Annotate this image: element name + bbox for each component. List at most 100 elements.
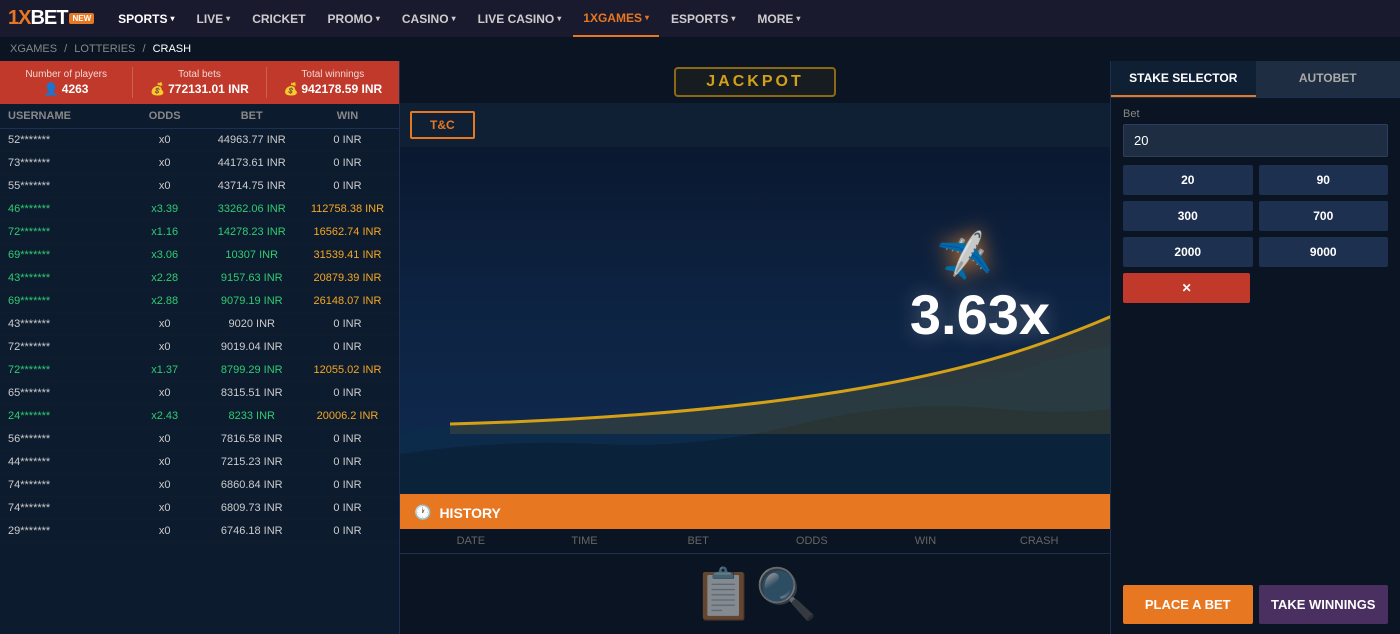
td-win: 0 INR	[304, 134, 391, 146]
quick-btn-2000[interactable]: 2000	[1123, 237, 1253, 267]
history-icon: 🕐	[414, 504, 431, 521]
place-bet-button[interactable]: PLACE A BET	[1123, 585, 1253, 624]
clear-btn[interactable]: ✕	[1123, 273, 1250, 303]
td-odds: x0	[130, 502, 200, 514]
breadcrumb-current: CRASH	[153, 43, 192, 55]
th-username: USERNAME	[8, 110, 130, 122]
td-win: 31539.41 INR	[304, 249, 391, 261]
td-odds: x0	[130, 433, 200, 445]
td-win: 0 INR	[304, 318, 391, 330]
tab-stake-selector[interactable]: STAKE SELECTOR	[1111, 61, 1256, 97]
td-username: 74*******	[8, 479, 130, 491]
quick-btn-300[interactable]: 300	[1123, 201, 1253, 231]
table-header: USERNAME ODDS BET WIN	[0, 104, 399, 129]
table-row: 43******* x2.28 9157.63 INR 20879.39 INR	[0, 267, 399, 290]
nav-cricket[interactable]: CRICKET	[242, 0, 315, 37]
table-row: 24******* x2.43 8233 INR 20006.2 INR	[0, 405, 399, 428]
td-bet: 10307 INR	[200, 249, 304, 261]
table-row: 44******* x0 7215.23 INR 0 INR	[0, 451, 399, 474]
take-winnings-button[interactable]: TAKE WINNINGS	[1259, 585, 1389, 624]
td-odds: x0	[130, 341, 200, 353]
td-bet: 6809.73 INR	[200, 502, 304, 514]
td-win: 16562.74 INR	[304, 226, 391, 238]
bets-icon: 💰	[150, 82, 165, 96]
quick-btn-9000[interactable]: 9000	[1259, 237, 1389, 267]
td-odds: x3.06	[130, 249, 200, 261]
quick-btns: 20 90 300 700 2000 9000	[1123, 165, 1388, 267]
td-odds: x0	[130, 456, 200, 468]
table-row: 65******* x0 8315.51 INR 0 INR	[0, 382, 399, 405]
bet-input[interactable]	[1123, 124, 1388, 157]
td-odds: x0	[130, 525, 200, 537]
td-username: 72*******	[8, 226, 130, 238]
td-bet: 6860.84 INR	[200, 479, 304, 491]
stats-bar: Number of players 👤 4263 Total bets 💰 77…	[0, 61, 399, 104]
hth-time: TIME	[528, 535, 642, 547]
breadcrumb: XGAMES / LOTTERIES / CRASH	[0, 37, 1400, 61]
left-panel: Number of players 👤 4263 Total bets 💰 77…	[0, 61, 400, 634]
td-win: 20006.2 INR	[304, 410, 391, 422]
td-username: 72*******	[8, 364, 130, 376]
nav-live-casino[interactable]: LIVE CASINO ▾	[468, 0, 572, 37]
td-username: 44*******	[8, 456, 130, 468]
td-win: 0 INR	[304, 180, 391, 192]
action-btns: PLACE A BET TAKE WINNINGS	[1111, 575, 1400, 634]
td-bet: 44173.61 INR	[200, 157, 304, 169]
td-bet: 6746.18 INR	[200, 525, 304, 537]
nav-sports[interactable]: SPORTS ▾	[108, 0, 184, 37]
td-bet: 8315.51 INR	[200, 387, 304, 399]
tc-bar: T&C	[400, 103, 1110, 147]
table-row: 72******* x1.37 8799.29 INR 12055.02 INR	[0, 359, 399, 382]
td-win: 0 INR	[304, 479, 391, 491]
breadcrumb-lotteries[interactable]: LOTTERIES	[74, 43, 135, 55]
no-data-icon: 📋🔍	[693, 565, 818, 624]
nav-live[interactable]: LIVE ▾	[187, 0, 241, 37]
table-row: 73******* x0 44173.61 INR 0 INR	[0, 152, 399, 175]
table-row: 55******* x0 43714.75 INR 0 INR	[0, 175, 399, 198]
jackpot-bar: JACKPOT	[400, 61, 1110, 103]
td-odds: x0	[130, 387, 200, 399]
stake-tabs: STAKE SELECTOR AUTOBET	[1111, 61, 1400, 98]
logo[interactable]: 1XBET NEW	[8, 7, 94, 30]
hth-bet: BET	[641, 535, 755, 547]
tc-button[interactable]: T&C	[410, 111, 475, 139]
breadcrumb-xgames[interactable]: XGAMES	[10, 43, 57, 55]
td-odds: x2.43	[130, 410, 200, 422]
quick-btn-700[interactable]: 700	[1259, 201, 1389, 231]
td-odds: x1.16	[130, 226, 200, 238]
nav-1xgames[interactable]: 1XGAMES ▾	[573, 0, 659, 37]
quick-btn-90[interactable]: 90	[1259, 165, 1389, 195]
table-body: 52******* x0 44963.77 INR 0 INR 73******…	[0, 129, 399, 634]
td-bet: 14278.23 INR	[200, 226, 304, 238]
stat-bets: Total bets 💰 772131.01 INR	[133, 67, 266, 98]
td-win: 12055.02 INR	[304, 364, 391, 376]
nav-casino[interactable]: CASINO ▾	[392, 0, 466, 37]
td-odds: x0	[130, 157, 200, 169]
nav-promo[interactable]: PROMO ▾	[318, 0, 390, 37]
navbar: 1XBET NEW SPORTS ▾ LIVE ▾ CRICKET PROMO …	[0, 0, 1400, 37]
hth-crash: CRASH	[982, 535, 1096, 547]
td-bet: 9079.19 INR	[200, 295, 304, 307]
history-title: HISTORY	[439, 505, 500, 521]
nav-esports[interactable]: ESPORTS ▾	[661, 0, 745, 37]
td-win: 26148.07 INR	[304, 295, 391, 307]
td-bet: 33262.06 INR	[200, 203, 304, 215]
td-win: 0 INR	[304, 433, 391, 445]
td-odds: x3.39	[130, 203, 200, 215]
table-row: 74******* x0 6809.73 INR 0 INR	[0, 497, 399, 520]
table-row: 74******* x0 6860.84 INR 0 INR	[0, 474, 399, 497]
td-username: 56*******	[8, 433, 130, 445]
bet-section: Bet 20 90 300 700 2000 9000 ✕	[1111, 98, 1400, 313]
td-username: 29*******	[8, 525, 130, 537]
multiplier-display: 3.63x	[910, 282, 1050, 347]
table-row: 69******* x3.06 10307 INR 31539.41 INR	[0, 244, 399, 267]
table-row: 29******* x0 6746.18 INR 0 INR	[0, 520, 399, 543]
tab-autobet[interactable]: AUTOBET	[1256, 61, 1400, 97]
td-username: 65*******	[8, 387, 130, 399]
table-row: 72******* x0 9019.04 INR 0 INR	[0, 336, 399, 359]
quick-btn-20[interactable]: 20	[1123, 165, 1253, 195]
td-win: 0 INR	[304, 502, 391, 514]
nav-more[interactable]: MORE ▾	[747, 0, 810, 37]
jackpot-text: JACKPOT	[706, 73, 803, 90]
td-username: 69*******	[8, 249, 130, 261]
